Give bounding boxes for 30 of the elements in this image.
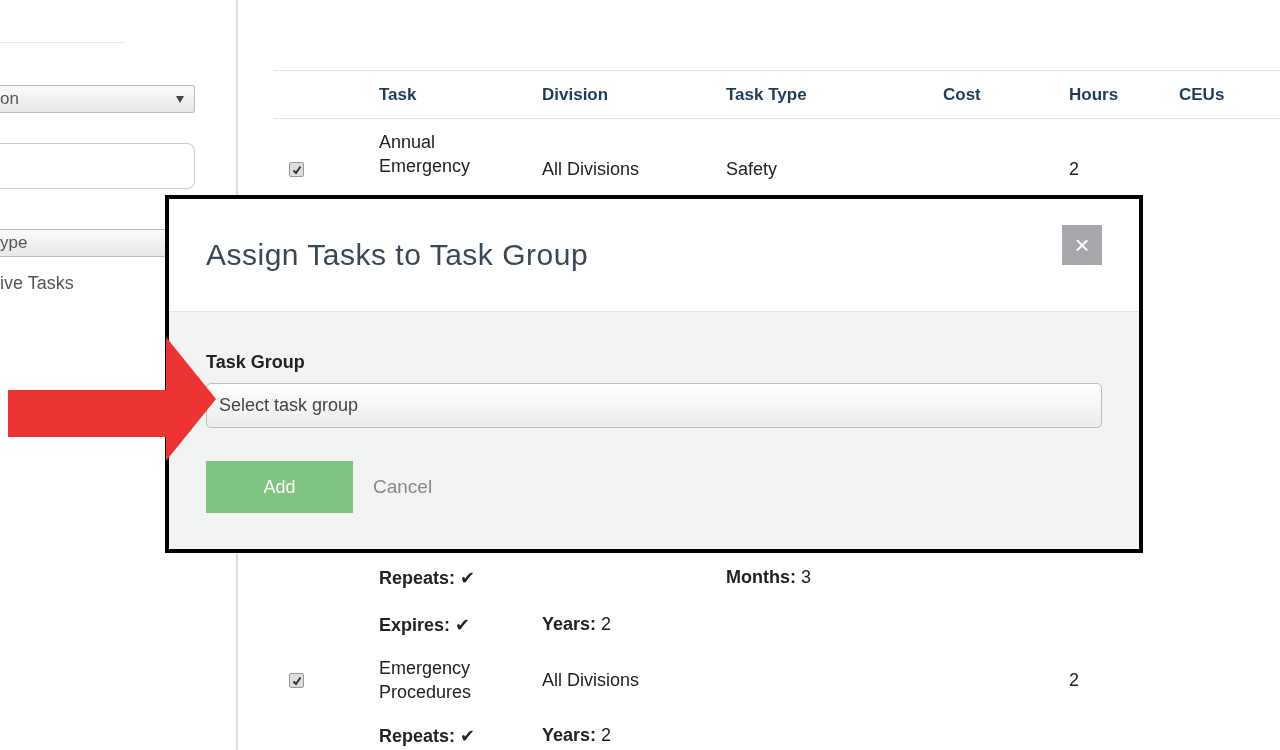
table-cell-text: Safety bbox=[726, 158, 779, 181]
search-field[interactable] bbox=[0, 143, 195, 189]
detail-cell-text: Years: 2 bbox=[542, 614, 613, 635]
table-cell-text: All Divisions bbox=[542, 158, 641, 181]
field-label: Task Group bbox=[206, 352, 306, 373]
column-header: Task bbox=[379, 84, 418, 105]
detail-cell-text: Repeats: ✔ bbox=[379, 724, 477, 747]
caret-icon bbox=[176, 95, 184, 103]
table-cell-text: 2 bbox=[1069, 158, 1080, 181]
detail-cell-text: Repeats: ✔ bbox=[379, 566, 477, 589]
cancel-link[interactable]: Cancel bbox=[373, 476, 433, 498]
column-header: Cost bbox=[943, 84, 982, 105]
table-cell-text: Annual Emergency bbox=[379, 131, 472, 178]
filter-label: ive Tasks bbox=[0, 273, 74, 294]
detail-cell-text: Years: 2 bbox=[542, 725, 613, 746]
column-header: Hours bbox=[1069, 84, 1120, 105]
dialog-title: Assign Tasks to Task Group bbox=[206, 238, 589, 272]
detail-cell-text: Months: 3 bbox=[726, 567, 812, 588]
column-header: CEUs bbox=[1179, 84, 1226, 105]
table-cell-text: All Divisions bbox=[542, 669, 641, 692]
column-header: Task Type bbox=[726, 84, 808, 105]
detail-cell-text: Expires: ✔ bbox=[379, 613, 472, 636]
division-select[interactable]: on bbox=[0, 85, 195, 113]
table-cell-text: Emergency Procedures bbox=[379, 657, 473, 704]
close-button[interactable]: × bbox=[1062, 225, 1102, 265]
row-checkbox[interactable] bbox=[289, 162, 304, 177]
row-checkbox[interactable] bbox=[289, 673, 304, 688]
table-cell-text: 2 bbox=[1069, 669, 1080, 692]
task-group-select[interactable]: Select task group bbox=[206, 383, 1102, 428]
column-header: Division bbox=[542, 84, 610, 105]
